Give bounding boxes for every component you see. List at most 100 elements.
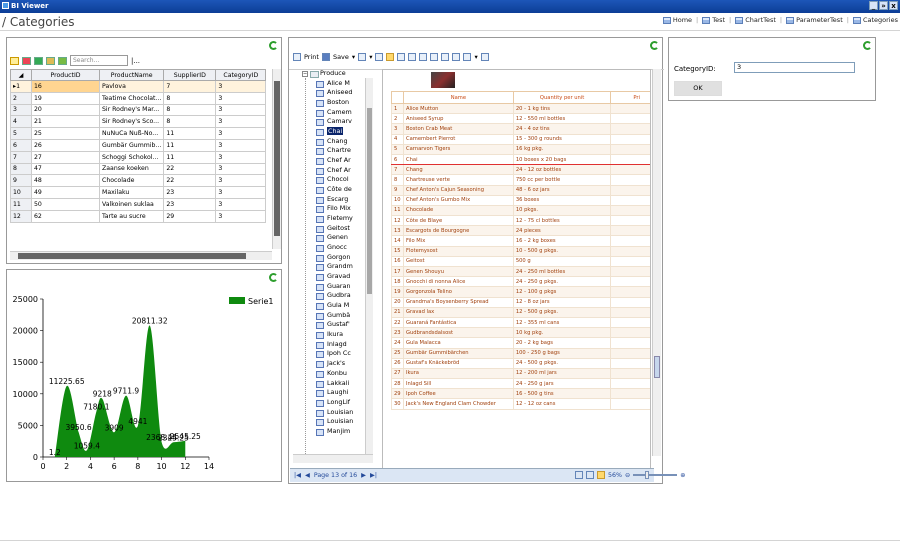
chevron-down-icon[interactable]: ▾ [474,53,477,61]
table-row[interactable]: 8 47 Zaanse koeken 22 3 [10,162,267,176]
search-input[interactable]: Search... [70,55,128,66]
tree-node[interactable]: Louisian [293,417,374,427]
tree-node[interactable]: Gustaf' [293,320,374,330]
table-cell[interactable]: Teatime Chocolat... [98,91,165,105]
print-button[interactable]: Print [304,53,319,61]
tree-node[interactable]: Gudbra [293,291,374,301]
table-row[interactable]: 9 48 Chocolade 22 3 [10,174,267,188]
document-map-icon[interactable] [375,53,384,61]
find-icon[interactable] [419,53,428,61]
table-cell[interactable]: 48 [31,174,100,188]
row-number[interactable]: 10 [10,186,32,199]
row-number[interactable]: 12 [10,209,32,223]
row-number[interactable]: 11 [10,197,32,211]
table-cell[interactable]: 3 [215,103,267,117]
col-header[interactable]: CategoryID [215,69,267,81]
zoom-slider[interactable] [633,471,678,479]
scroll-thumb[interactable] [18,253,246,259]
close-button[interactable]: x [889,1,898,10]
table-cell[interactable]: 11 [163,150,217,164]
table-cell[interactable]: Schoggi Schokol... [98,150,165,164]
tree-node[interactable]: Laughi [293,388,374,398]
table-cell[interactable]: 23 [163,186,217,199]
table-row[interactable]: ▸1 16 Pavlova 7 3 [10,80,267,93]
table-cell[interactable]: Sir Rodney's Mar... [98,103,165,117]
sort-icon[interactable] [10,56,19,65]
scroll-thumb[interactable] [367,108,372,294]
table-cell[interactable]: 3 [215,162,267,176]
tree-node[interactable]: Ikura [293,330,374,340]
tree-node[interactable]: Gumbä [293,311,374,321]
table-cell[interactable]: 8 [163,91,217,105]
row-number[interactable]: ▸1 [10,80,32,93]
tree-node[interactable]: Genen [293,233,374,243]
export-pdf-icon[interactable] [22,56,31,65]
view-icon[interactable] [452,53,461,61]
export-icon[interactable] [358,53,367,61]
table-cell[interactable]: Tarte au sucre [98,209,165,223]
nav-categories[interactable]: Categories [852,16,898,24]
zoom-in-icon[interactable]: ⊕ [680,472,685,479]
grid-vscroll[interactable] [272,69,281,249]
table-cell[interactable]: 47 [31,162,100,176]
tree-node[interactable]: Manjim [293,427,374,437]
tree-node[interactable]: Fletemy [293,214,374,224]
table-cell[interactable]: 25 [31,127,100,140]
tree-node[interactable]: Inlagd [293,340,374,350]
category-id-input[interactable]: 3 [734,62,855,73]
table-row[interactable]: 10 49 Maxilaku 23 3 [10,186,267,199]
table-row[interactable]: 7 27 Schoggi Schokol... 11 3 [10,150,267,164]
tree-node[interactable]: Gravad [293,272,374,282]
tree-node[interactable]: Chocol [293,175,374,185]
actual-size-icon[interactable] [597,471,605,479]
two-page-icon[interactable] [397,53,406,61]
row-number[interactable]: 4 [10,115,32,129]
table-cell[interactable]: 21 [31,115,100,129]
table-cell[interactable]: 3 [215,138,267,152]
table-cell[interactable]: 8 [163,103,217,117]
filter-icon[interactable] [58,56,67,65]
tree-node[interactable]: LongLif [293,398,374,408]
row-number[interactable]: 5 [10,127,32,140]
nav-charttest[interactable]: ChartTest [735,16,776,24]
search-more-button[interactable]: |... [131,57,140,65]
refresh-icon[interactable] [650,41,659,50]
tree-node[interactable]: Jack's [293,359,374,369]
report-vscroll[interactable] [652,69,661,456]
table-cell[interactable]: 19 [31,91,100,105]
table-cell[interactable]: Zaanse koeken [98,162,165,176]
table-row[interactable]: 3 20 Sir Rodney's Mar... 8 3 [10,103,267,117]
table-cell[interactable]: 3 [215,91,267,105]
tree-node[interactable]: Konbu [293,369,374,379]
save-button[interactable]: Save [333,53,349,61]
minimize-button[interactable]: _ [869,1,878,10]
table-cell[interactable]: 8 [163,115,217,129]
chevron-down-icon[interactable]: ▾ [352,53,355,61]
watermark-icon[interactable] [463,53,472,61]
ok-button[interactable]: OK [674,81,722,96]
tree-node[interactable]: Guaran [293,282,374,292]
tree-node[interactable]: Boston [293,98,374,108]
grid-hscroll[interactable] [10,251,272,260]
table-cell[interactable]: 23 [163,197,217,211]
prev-page-icon[interactable]: ◀ [305,472,310,479]
col-header[interactable]: ProductName [98,69,165,81]
fit-width-icon[interactable] [586,471,594,479]
tree-hscroll[interactable] [293,454,373,463]
table-cell[interactable]: 49 [31,186,100,199]
scroll-thumb[interactable] [274,81,280,236]
tree-node[interactable]: Escarg [293,195,374,205]
tree-node[interactable]: Aniseed [293,88,374,98]
zoom-slider-thumb[interactable] [645,471,650,479]
table-cell[interactable]: 7 [163,80,217,93]
row-number[interactable]: 3 [10,103,32,117]
next-page-icon[interactable]: ▶ [361,472,366,479]
view-icon[interactable] [430,53,439,61]
table-row[interactable]: 5 25 NuNuCa Nuß-No... 11 3 [10,127,267,140]
table-cell[interactable]: Maxilaku [98,186,165,199]
refresh-icon[interactable] [269,41,278,50]
table-cell[interactable]: 3 [215,209,267,223]
nav-parametertest[interactable]: ParameterTest [786,16,843,24]
table-cell[interactable]: 3 [215,80,267,93]
tree-node[interactable]: Ipoh Cc [293,349,374,359]
